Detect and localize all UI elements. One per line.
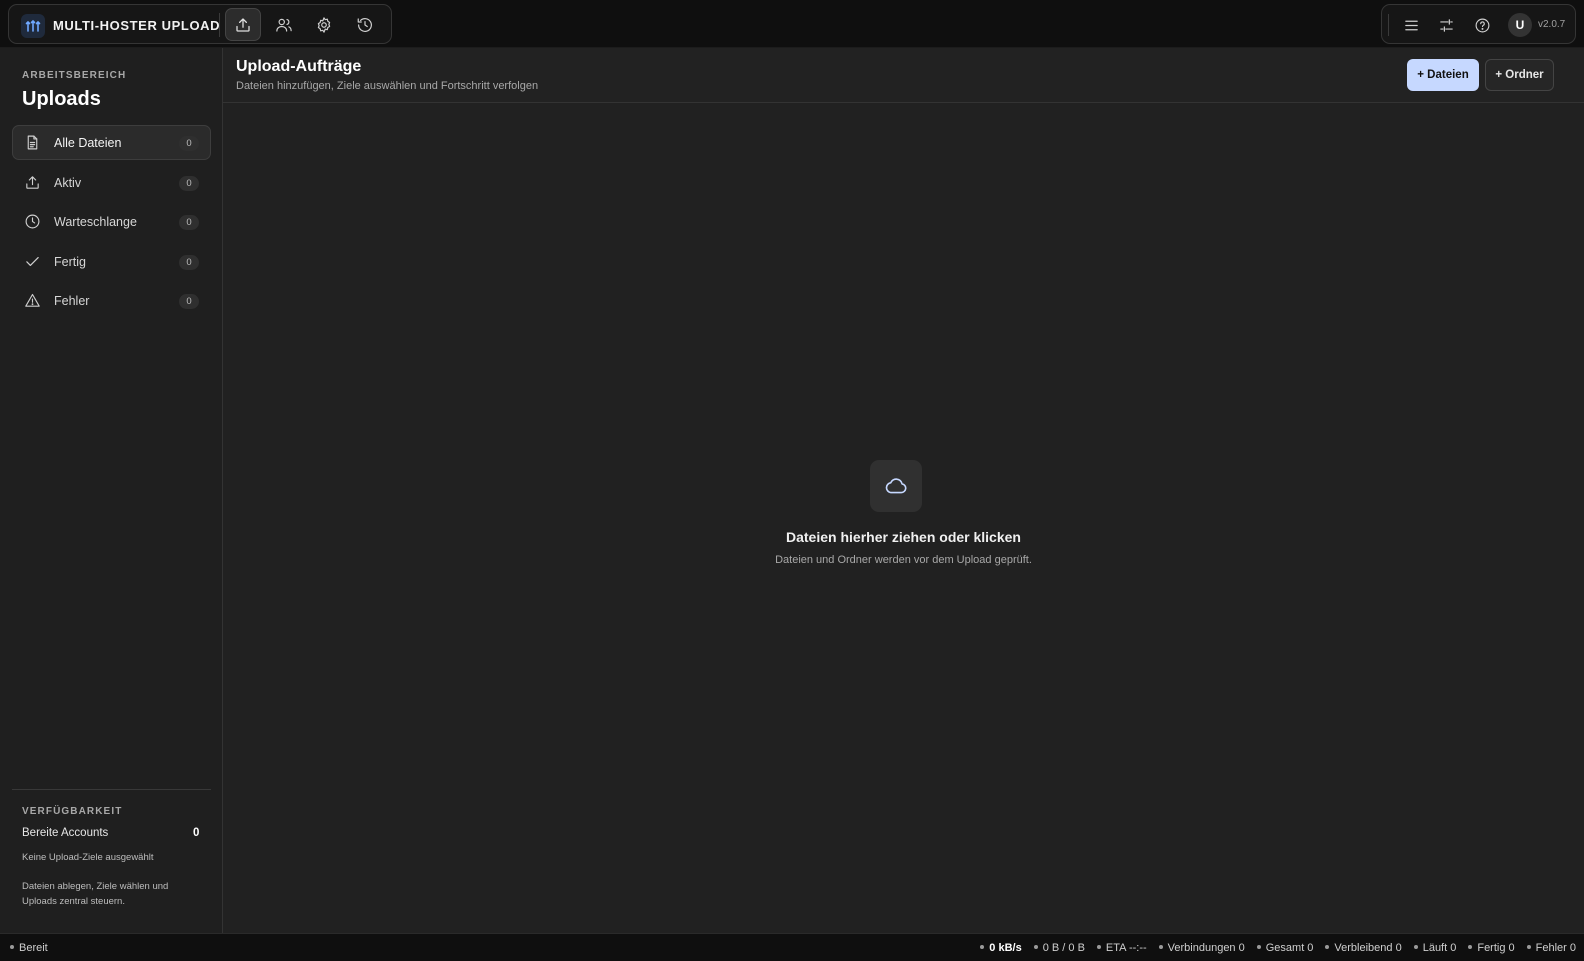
warning-icon [25, 293, 40, 307]
dropzone-icon-box [870, 460, 922, 512]
upload-dropzone[interactable]: Dateien hierher ziehen oder klicken Date… [223, 104, 1584, 933]
no-targets-text: Keine Upload-Ziele ausgewählt [22, 852, 154, 863]
sidebar-item-label: Fertig [54, 255, 86, 269]
filter-button[interactable] [1434, 13, 1458, 37]
nav-uploads-button[interactable] [225, 8, 261, 41]
sidebar-eyebrow: ARBEITSBEREICH [22, 70, 127, 81]
sidebar-divider [12, 789, 211, 790]
utility-divider [1388, 14, 1389, 36]
clock-icon [25, 214, 40, 229]
cloud-icon [885, 478, 907, 494]
sidebar: ARBEITSBEREICH Uploads Alle Dateien 0 Ak… [0, 48, 223, 933]
ready-accounts-value: 0 [193, 827, 200, 839]
sidebar-item-queue[interactable]: Warteschlange 0 [12, 204, 211, 239]
status-transferred: 0 B / 0 B [1033, 942, 1085, 954]
sliders-icon [1439, 18, 1453, 32]
availability-eyebrow: VERFÜGBARKEIT [22, 806, 123, 817]
help-icon [1475, 18, 1489, 32]
avatar[interactable]: U [1508, 13, 1532, 37]
utility-group: U v2.0.7 [1381, 4, 1576, 44]
status-total: Gesamt 0 [1256, 942, 1313, 954]
status-state: Bereit [10, 942, 48, 954]
menu-button[interactable] [1399, 13, 1423, 37]
add-files-button[interactable]: + Dateien [1407, 59, 1479, 91]
sidebar-item-all-files[interactable]: Alle Dateien 0 [12, 125, 211, 160]
count-badge: 0 [179, 294, 199, 309]
file-icon [27, 135, 38, 150]
status-connections: Verbindungen 0 [1158, 942, 1245, 954]
status-remaining: Verbleibend 0 [1325, 942, 1402, 954]
version-label: v2.0.7 [1538, 19, 1566, 30]
upload-icon [26, 176, 39, 189]
status-done: Fertig 0 [1468, 942, 1515, 954]
gear-icon [317, 16, 331, 33]
menu-icon [1404, 20, 1418, 30]
users-icon [276, 18, 292, 32]
dropzone-title: Dateien hierher ziehen oder klicken [786, 529, 1021, 545]
nav-settings-button[interactable] [306, 8, 342, 41]
app-logo-icon [21, 14, 45, 38]
count-badge: 0 [179, 255, 199, 270]
sidebar-item-active[interactable]: Aktiv 0 [12, 165, 211, 200]
main-header: Upload-Aufträge Dateien hinzufügen, Ziel… [223, 48, 1584, 103]
sidebar-hint: Dateien ablegen, Ziele wählen und Upload… [22, 881, 169, 907]
sidebar-item-label: Fehler [54, 294, 90, 308]
top-bar: MULTI-HOSTER UPLOAD U v2.0.7 [0, 0, 1584, 48]
status-eta: ETA --:-- [1096, 942, 1147, 954]
status-speed: 0 kB/s [980, 942, 1022, 954]
add-folder-button[interactable]: + Ordner [1485, 59, 1554, 91]
history-icon [357, 17, 372, 32]
check-icon [26, 257, 39, 266]
page-title: Upload-Aufträge [236, 58, 362, 75]
sidebar-item-label: Aktiv [54, 176, 82, 190]
nav-accounts-button[interactable] [266, 8, 302, 41]
main-nav-group: MULTI-HOSTER UPLOAD [8, 4, 392, 44]
status-running: Läuft 0 [1413, 942, 1456, 954]
nav-divider [219, 13, 220, 37]
nav-history-button[interactable] [347, 8, 383, 41]
upload-icon [236, 17, 250, 32]
dropzone-subtitle: Dateien und Ordner werden vor dem Upload… [775, 554, 1032, 566]
ready-accounts-label: Bereite Accounts [22, 827, 109, 839]
app-title: MULTI-HOSTER UPLOAD [53, 18, 221, 33]
sidebar-title: Uploads [22, 88, 101, 110]
sidebar-item-label: Alle Dateien [54, 136, 122, 150]
sidebar-item-done[interactable]: Fertig 0 [12, 244, 211, 279]
count-badge: 0 [179, 215, 199, 230]
count-badge: 0 [179, 176, 199, 191]
page-subtitle: Dateien hinzufügen, Ziele auswählen und … [236, 80, 539, 92]
sidebar-item-errors[interactable]: Fehler 0 [12, 283, 211, 318]
count-badge: 0 [179, 136, 199, 151]
help-button[interactable] [1470, 13, 1494, 37]
status-errors: Fehler 0 [1526, 942, 1576, 954]
status-bar: Bereit 0 kB/s 0 B / 0 B ETA --:-- Verbin… [0, 933, 1584, 961]
sidebar-item-label: Warteschlange [54, 215, 137, 229]
